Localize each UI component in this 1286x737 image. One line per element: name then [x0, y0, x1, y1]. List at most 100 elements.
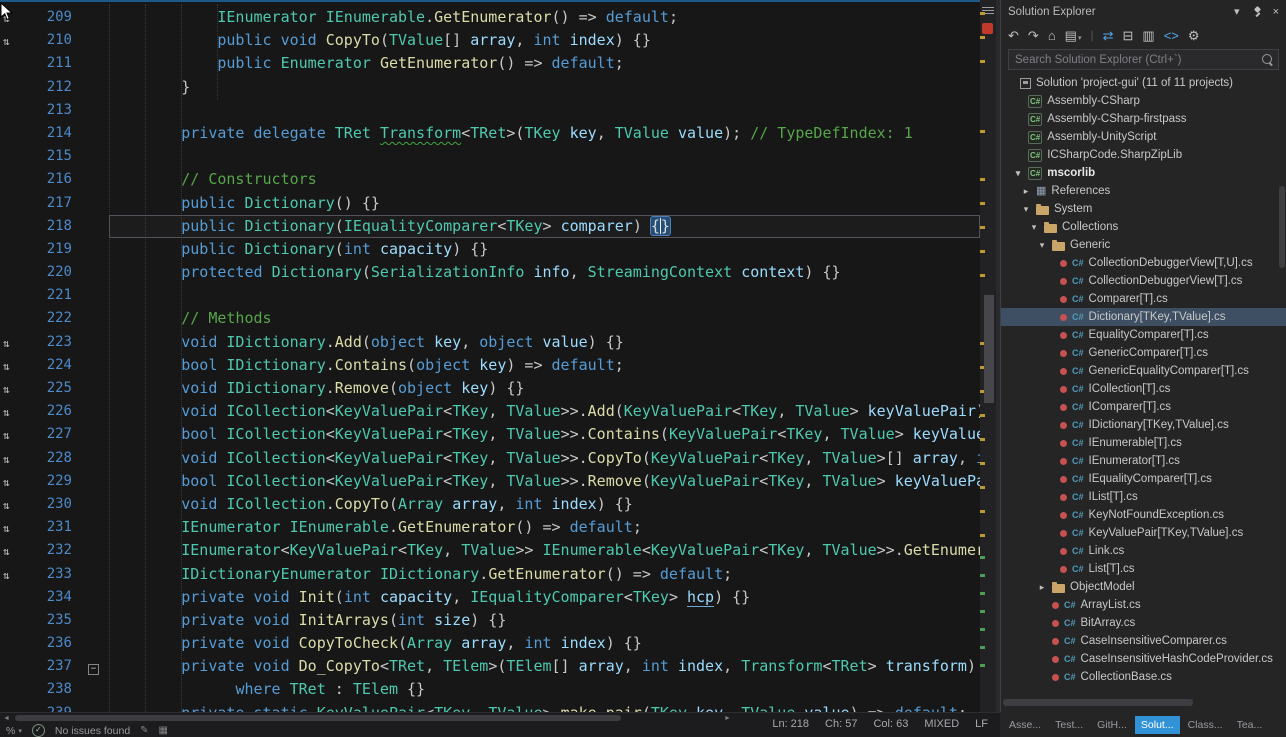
tree-item[interactable]: ▾System [1001, 200, 1286, 218]
code-line[interactable]: ⇅224 bool IDictionary.Contains(object ke… [0, 354, 980, 377]
sync-active-document-icon[interactable]: ⇄ [1103, 29, 1114, 42]
tree-item[interactable]: C#List[T].cs [1001, 560, 1286, 578]
tree-item[interactable]: C#Assembly-CSharp [1001, 92, 1286, 110]
scope-icon[interactable]: ▤▾ [1065, 29, 1082, 42]
tool-window-tab[interactable]: Asse... [1003, 716, 1047, 734]
code-line[interactable]: 222 // Methods [0, 307, 980, 330]
tree-item[interactable]: C#IEnumerator[T].cs [1001, 452, 1286, 470]
hscroll-thumb[interactable] [15, 715, 621, 721]
code-line[interactable]: 212 } [0, 76, 980, 99]
implements-icon[interactable]: ⇅ [3, 35, 10, 48]
tree-vscroll-thumb[interactable] [1279, 186, 1285, 268]
tool-window-tab[interactable]: Test... [1049, 716, 1089, 734]
code-line[interactable]: 217 public Dictionary() {} [0, 192, 980, 215]
chevron-expanded-icon[interactable]: ▾ [1029, 222, 1039, 233]
code-line[interactable]: 211 public Enumerator GetEnumerator() =>… [0, 52, 980, 75]
tree-item[interactable]: C#CaseInsensitiveComparer.cs [1001, 632, 1286, 650]
tree-item[interactable]: C#CollectionDebuggerView[T].cs [1001, 272, 1286, 290]
implements-icon[interactable]: ⇅ [3, 383, 10, 396]
implements-icon[interactable]: ⇅ [3, 406, 10, 419]
editor-viewport[interactable]: ⇅209 IEnumerator IEnumerable.GetEnumerat… [0, 0, 980, 712]
tree-item[interactable]: C#IList[T].cs [1001, 488, 1286, 506]
implements-icon[interactable]: ⇅ [3, 429, 10, 442]
forward-icon[interactable]: ↷ [1028, 29, 1039, 42]
tree-item[interactable]: C#KeyValuePair[TKey,TValue].cs [1001, 524, 1286, 542]
hscroll-right-arrow-icon[interactable]: ► [724, 715, 731, 722]
hscroll-left-arrow-icon[interactable]: ◄ [3, 715, 10, 722]
chevron-collapsed-icon[interactable]: ▸ [1021, 186, 1031, 197]
code-line[interactable]: 236 private void CopyToCheck(Array array… [0, 632, 980, 655]
implements-icon[interactable]: ⇅ [3, 453, 10, 466]
code-line[interactable]: 239 private static KeyValuePair<TKey, TV… [0, 702, 980, 712]
code-line[interactable]: ⇅230 void ICollection.CopyTo(Array array… [0, 493, 980, 516]
implements-icon[interactable]: ⇅ [3, 545, 10, 558]
tree-item[interactable]: C#Assembly-CSharp-firstpass [1001, 110, 1286, 128]
tree-item[interactable]: C#ICollection[T].cs [1001, 380, 1286, 398]
pin-icon[interactable] [1251, 6, 1262, 17]
document-health-icon[interactable] [982, 23, 993, 34]
tree-item[interactable]: C#IEqualityComparer[T].cs [1001, 470, 1286, 488]
implements-icon[interactable]: ⇅ [3, 476, 10, 489]
eol-mode-indicator[interactable]: MIXED [924, 718, 959, 730]
code-line[interactable]: ⇅231 IEnumerator IEnumerable.GetEnumerat… [0, 516, 980, 539]
code-line[interactable]: ⇅210 public void CopyTo(TValue[] array, … [0, 29, 980, 52]
tree-item[interactable]: C#Assembly-UnityScript [1001, 128, 1286, 146]
tool-window-tab[interactable]: Tea... [1231, 716, 1269, 734]
pencil-icon[interactable]: ✎ [140, 725, 148, 736]
code-line[interactable]: ⇅228 void ICollection<KeyValuePair<TKey,… [0, 447, 980, 470]
code-line[interactable]: 213 [0, 99, 980, 122]
code-line[interactable]: 238 where TRet : TElem {} [0, 678, 980, 701]
tree-item[interactable]: ▸▦References [1001, 182, 1286, 200]
code-line[interactable]: 215 [0, 145, 980, 168]
code-line[interactable]: 216 // Constructors [0, 168, 980, 191]
window-position-icon[interactable]: ▾ [1234, 5, 1240, 18]
view-code-icon[interactable]: <> [1164, 29, 1179, 42]
tree-item[interactable]: C#GenericEqualityComparer[T].cs [1001, 362, 1286, 380]
issues-status[interactable]: No issues found [55, 725, 130, 737]
back-icon[interactable]: ↶ [1008, 29, 1019, 42]
tree-item[interactable]: ▾Collections [1001, 218, 1286, 236]
code-line[interactable]: 234 private void Init(int capacity, IEqu… [0, 586, 980, 609]
tree-item[interactable]: C#BitArray.cs [1001, 614, 1286, 632]
tree-item[interactable]: C#CaseInsensitiveHashCodeProvider.cs [1001, 650, 1286, 668]
vscroll-thumb[interactable] [984, 295, 994, 403]
collapse-all-icon[interactable]: ⊟ [1123, 29, 1134, 42]
vscroll-track[interactable] [980, 0, 996, 712]
implements-icon[interactable]: ⇅ [3, 522, 10, 535]
code-line[interactable]: ⇅232 IEnumerator<KeyValuePair<TKey, TVal… [0, 539, 980, 562]
tree-item[interactable]: Solution 'project-gui' (11 of 11 project… [1001, 74, 1286, 92]
tree-item[interactable]: C#ArrayList.cs [1001, 596, 1286, 614]
code-line[interactable]: ⇅223 void IDictionary.Add(object key, ob… [0, 331, 980, 354]
fold-collapse-icon[interactable]: − [88, 664, 99, 675]
tree-item[interactable]: C#CollectionBase.cs [1001, 668, 1286, 686]
implements-icon[interactable]: ⇅ [3, 499, 10, 512]
tree-item[interactable]: C#IDictionary[TKey,TValue].cs [1001, 416, 1286, 434]
code-line[interactable]: 220 protected Dictionary(SerializationIn… [0, 261, 980, 284]
tree-item[interactable]: C#GenericComparer[T].cs [1001, 344, 1286, 362]
code-line[interactable]: ⇅229 bool ICollection<KeyValuePair<TKey,… [0, 470, 980, 493]
chevron-expanded-icon[interactable]: ▾ [1021, 204, 1031, 215]
code-line[interactable]: ⇅226 void ICollection<KeyValuePair<TKey,… [0, 400, 980, 423]
close-icon[interactable]: × [1273, 6, 1279, 18]
eol-indicator[interactable]: LF [975, 718, 988, 730]
tree-item[interactable]: C#KeyNotFoundException.cs [1001, 506, 1286, 524]
code-line[interactable]: 219 public Dictionary(int capacity) {} [0, 238, 980, 261]
tree-hscroll-thumb[interactable] [1003, 699, 1193, 706]
code-line[interactable]: 218 public Dictionary(IEqualityComparer<… [0, 215, 980, 238]
show-all-files-icon[interactable]: ▥ [1142, 29, 1154, 42]
chevron-expanded-icon[interactable]: ▾ [1037, 240, 1047, 251]
home-icon[interactable]: ⌂ [1048, 29, 1056, 42]
search-icon[interactable] [1262, 54, 1272, 64]
tree-item[interactable]: C#Link.cs [1001, 542, 1286, 560]
code-line[interactable]: 221 [0, 284, 980, 307]
properties-icon[interactable]: ⚙ [1188, 29, 1200, 42]
code-line[interactable]: ⇅225 void IDictionary.Remove(object key)… [0, 377, 980, 400]
chevron-expanded-icon[interactable]: ▾ [1013, 168, 1023, 179]
tree-item[interactable]: C#EqualityComparer[T].cs [1001, 326, 1286, 344]
tool-window-tab[interactable]: GitH... [1091, 716, 1133, 734]
code-line[interactable]: ⇅209 IEnumerator IEnumerable.GetEnumerat… [0, 6, 980, 29]
code-line[interactable]: ⇅227 bool ICollection<KeyValuePair<TKey,… [0, 423, 980, 446]
tree-item[interactable]: ▾C#mscorlib [1001, 164, 1286, 182]
zoom-control[interactable]: % ▾ [6, 725, 22, 737]
tool-window-tab[interactable]: Solut... [1135, 716, 1180, 734]
